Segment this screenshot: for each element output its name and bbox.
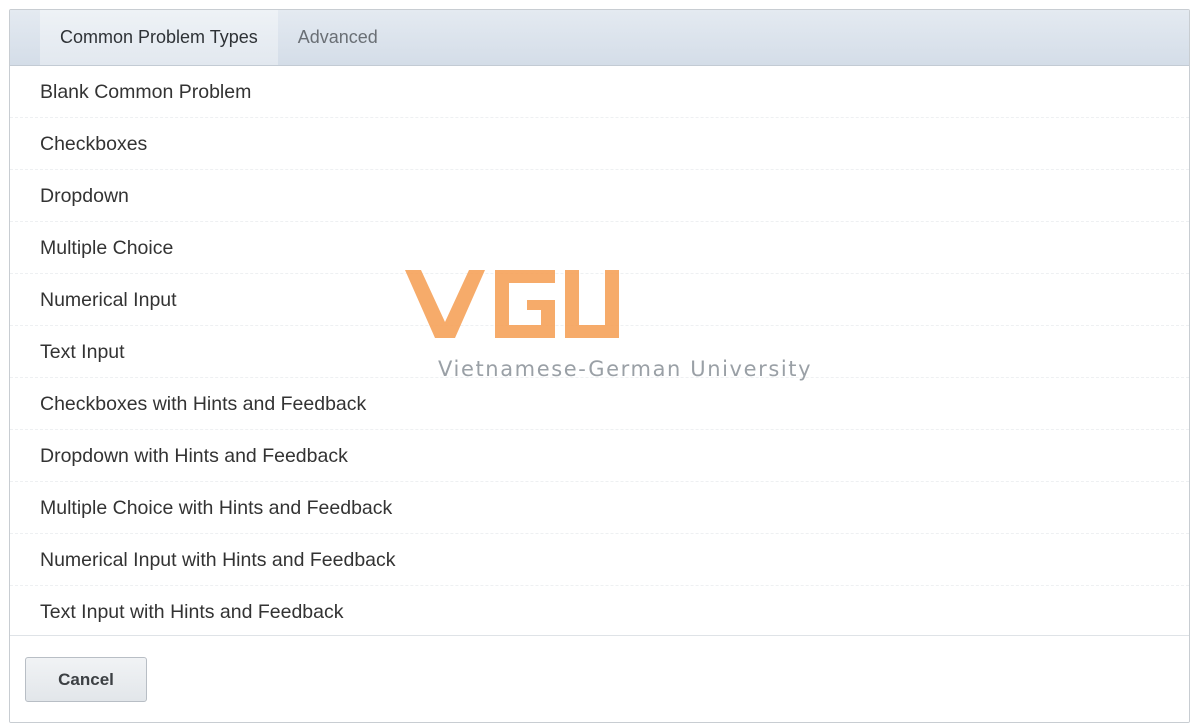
list-item-multiple-choice-hints-feedback[interactable]: Multiple Choice with Hints and Feedback (10, 482, 1189, 534)
problem-type-list: Blank Common Problem Checkboxes Dropdown… (10, 66, 1189, 638)
cancel-button[interactable]: Cancel (25, 657, 147, 702)
list-item-text-input[interactable]: Text Input (10, 326, 1189, 378)
problem-type-picker: Common Problem Types Advanced Blank Comm… (9, 9, 1190, 723)
tab-advanced[interactable]: Advanced (278, 10, 398, 65)
list-item-numerical-input[interactable]: Numerical Input (10, 274, 1189, 326)
modal-footer: Cancel (10, 635, 1189, 722)
tab-bar: Common Problem Types Advanced (10, 10, 1189, 66)
list-item-dropdown[interactable]: Dropdown (10, 170, 1189, 222)
list-item-multiple-choice[interactable]: Multiple Choice (10, 222, 1189, 274)
tab-common-problem-types[interactable]: Common Problem Types (40, 10, 278, 65)
list-item-checkboxes[interactable]: Checkboxes (10, 118, 1189, 170)
list-item-blank-common-problem[interactable]: Blank Common Problem (10, 66, 1189, 118)
list-item-numerical-input-hints-feedback[interactable]: Numerical Input with Hints and Feedback (10, 534, 1189, 586)
list-item-text-input-hints-feedback[interactable]: Text Input with Hints and Feedback (10, 586, 1189, 638)
list-item-checkboxes-hints-feedback[interactable]: Checkboxes with Hints and Feedback (10, 378, 1189, 430)
list-item-dropdown-hints-feedback[interactable]: Dropdown with Hints and Feedback (10, 430, 1189, 482)
